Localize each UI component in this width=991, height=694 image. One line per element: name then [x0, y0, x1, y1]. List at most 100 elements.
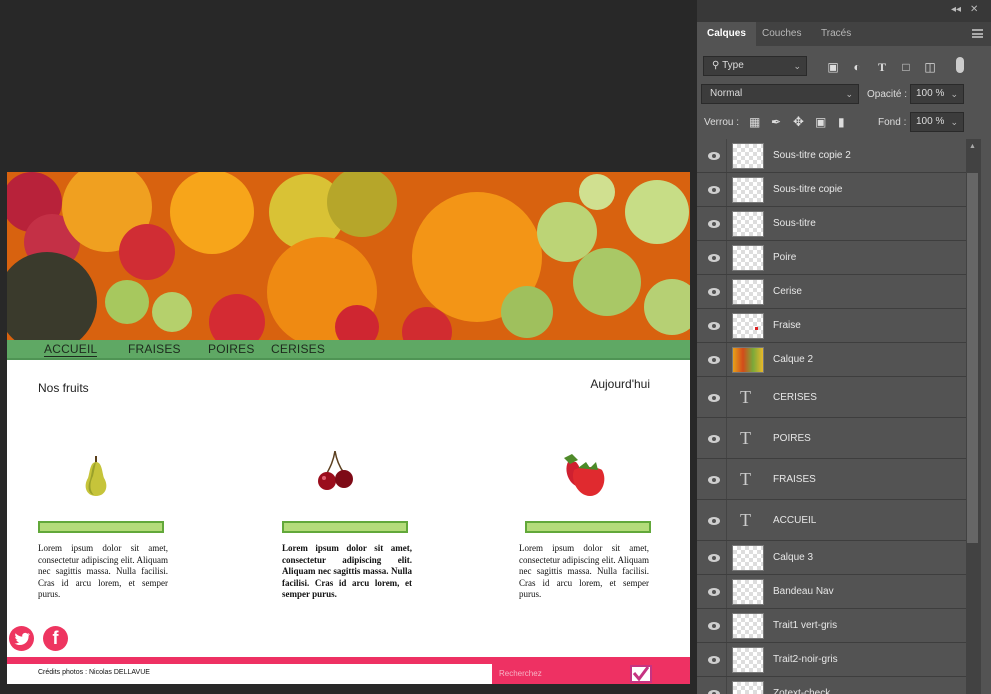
photo-credits: Crédits photos : Nicolas DELLAVUE — [38, 669, 150, 676]
layer-thumbnail — [732, 347, 764, 373]
visibility-eye-icon[interactable] — [708, 690, 720, 694]
card-text: Lorem ipsum dolor sit amet, consectetur … — [519, 543, 649, 599]
layer-thumbnail — [732, 211, 764, 237]
visibility-eye-icon[interactable] — [708, 220, 720, 228]
layer-row[interactable]: Sous-titre — [697, 207, 966, 241]
visibility-eye-icon[interactable] — [708, 475, 720, 484]
shape-filter-icon[interactable]: □ — [900, 61, 912, 73]
nav-item-fraises[interactable]: FRAISES — [128, 342, 181, 356]
date-label: Aujourd'hui — [590, 377, 650, 391]
section-title: Nos fruits — [38, 381, 89, 395]
fill-field[interactable]: 100 % ⌄ — [910, 112, 964, 132]
visibility-eye-icon[interactable] — [708, 186, 720, 194]
layer-name: Fraise — [773, 320, 801, 331]
layer-row[interactable]: Calque 3 — [697, 541, 966, 575]
search-icon: ⚲ — [712, 60, 723, 71]
visibility-eye-icon[interactable] — [708, 622, 720, 630]
document-canvas[interactable]: ACCUEIL FRAISES POIRES CERISES Nos fruit… — [7, 172, 690, 684]
collapse-icon[interactable]: ◂◂ — [951, 4, 961, 15]
layer-row[interactable]: Trait2-noir-gris — [697, 643, 966, 677]
visibility-eye-icon[interactable] — [708, 254, 720, 262]
cherry-image — [318, 451, 353, 490]
layer-divider — [726, 309, 727, 342]
adjustment-filter-icon[interactable]: ◐ — [851, 61, 863, 73]
check-icon[interactable] — [630, 665, 652, 683]
nav-item-poires[interactable]: POIRES — [208, 342, 255, 356]
opacity-field[interactable]: 100 % ⌄ — [910, 84, 964, 104]
layer-name: Trait2-noir-gris — [773, 654, 838, 665]
scrollbar-thumb[interactable] — [967, 173, 978, 543]
layer-row[interactable]: T POIRES — [697, 418, 966, 459]
nav-item-cerises[interactable]: CERISES — [271, 342, 325, 356]
panel-title-strip: ◂◂ ✕ — [697, 0, 991, 22]
visibility-eye-icon[interactable] — [708, 152, 720, 160]
layer-row[interactable]: Sous-titre copie 2 — [697, 139, 966, 173]
opacity-label: Opacité : — [867, 89, 908, 100]
layer-row[interactable]: Bandeau Nav — [697, 575, 966, 609]
layer-divider — [726, 541, 727, 574]
layer-divider — [726, 139, 727, 172]
image-filter-icon[interactable]: ▣ — [827, 61, 839, 73]
layer-row[interactable]: Cerise — [697, 275, 966, 309]
layer-thumbnail — [732, 647, 764, 673]
layer-list: Sous-titre copie 2 Sous-titre copie Sous-t… — [697, 139, 966, 694]
layer-divider — [726, 173, 727, 206]
layer-row[interactable]: Calque 2 — [697, 343, 966, 377]
panel-menu-icon[interactable] — [972, 29, 983, 38]
close-icon[interactable]: ✕ — [970, 4, 978, 15]
chevron-down-icon: ⌄ — [845, 89, 853, 99]
scroll-up-icon[interactable]: ▲ — [969, 143, 976, 150]
layer-divider — [726, 609, 727, 642]
layer-divider — [726, 343, 727, 376]
layer-row[interactable]: T ACCUEIL — [697, 500, 966, 541]
layer-name: ACCUEIL — [773, 514, 817, 526]
card-text: Lorem ipsum dolor sit amet, consectetur … — [282, 543, 412, 599]
tab-calques[interactable]: Calques — [697, 22, 756, 46]
layer-row[interactable]: Sous-titre copie — [697, 173, 966, 207]
layer-row[interactable]: T CERISES — [697, 377, 966, 418]
card-bar — [525, 521, 651, 533]
search-box[interactable]: Recherchez — [492, 664, 690, 684]
visibility-eye-icon[interactable] — [708, 516, 720, 525]
layer-thumbnail — [732, 313, 764, 339]
visibility-eye-icon[interactable] — [708, 356, 720, 364]
layer-divider — [726, 500, 727, 540]
visibility-eye-icon[interactable] — [708, 554, 720, 562]
layer-row[interactable]: Poire — [697, 241, 966, 275]
lock-artboard-icon[interactable]: ▣ — [815, 115, 826, 129]
layer-divider — [726, 377, 727, 417]
visibility-eye-icon[interactable] — [708, 322, 720, 330]
visibility-eye-icon[interactable] — [708, 288, 720, 296]
layer-row[interactable]: T FRAISES — [697, 459, 966, 500]
blend-mode-select[interactable]: Normal ⌄ — [701, 84, 859, 104]
filter-toggle-icon[interactable] — [956, 57, 964, 73]
layer-name: Sous-titre copie — [773, 184, 843, 195]
layer-name: FRAISES — [773, 473, 816, 485]
visibility-eye-icon[interactable] — [708, 393, 720, 402]
layer-divider — [726, 575, 727, 608]
layer-row[interactable]: Fraise — [697, 309, 966, 343]
layer-name: Bandeau Nav — [773, 586, 834, 597]
layer-list-scrollbar[interactable]: ▲ — [966, 139, 981, 694]
text-filter-icon[interactable]: T — [876, 61, 888, 73]
lock-brush-icon[interactable]: ✒ — [771, 115, 781, 129]
facebook-icon[interactable]: f — [43, 626, 68, 651]
layer-divider — [726, 677, 727, 694]
tab-couches[interactable]: Couches — [752, 22, 811, 46]
visibility-eye-icon[interactable] — [708, 656, 720, 664]
layer-row[interactable]: Zotext-check — [697, 677, 966, 694]
lock-move-icon[interactable]: ✥ — [793, 114, 804, 130]
fill-label: Fond : — [878, 117, 907, 128]
filter-type-select[interactable]: ⚲ Type ⌄ — [703, 56, 807, 76]
layer-row[interactable]: Trait1 vert-gris — [697, 609, 966, 643]
visibility-eye-icon[interactable] — [708, 434, 720, 443]
tab-traces[interactable]: Tracés — [811, 22, 861, 46]
layer-name: CERISES — [773, 391, 817, 403]
nav-item-accueil[interactable]: ACCUEIL — [44, 342, 98, 357]
lock-all-icon[interactable]: ▮ — [838, 115, 845, 129]
text-layer-icon: T — [740, 427, 751, 448]
smart-object-filter-icon[interactable]: ◫ — [924, 61, 936, 73]
lock-transparency-icon[interactable]: ▦ — [749, 115, 760, 129]
twitter-icon[interactable] — [9, 626, 34, 651]
visibility-eye-icon[interactable] — [708, 588, 720, 596]
